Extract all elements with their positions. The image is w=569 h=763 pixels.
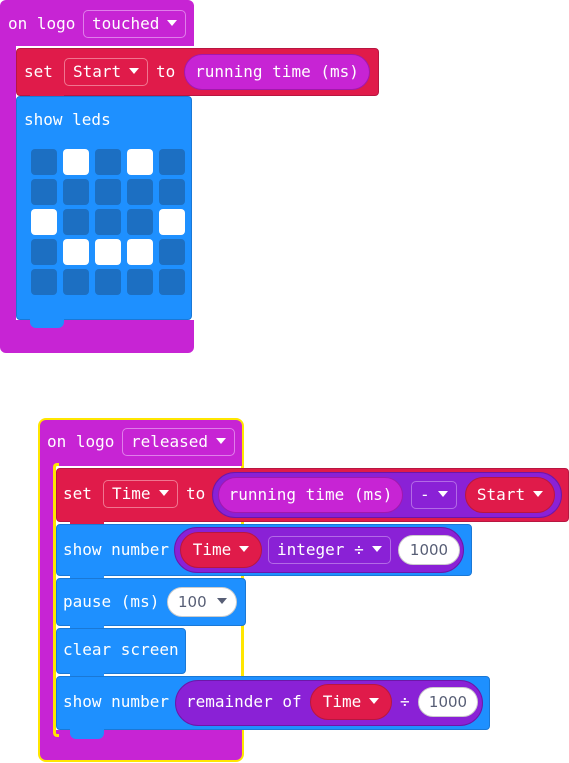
event-block-c-arm xyxy=(0,46,16,322)
time-variable-reporter[interactable]: Time xyxy=(310,684,392,720)
chevron-down-icon xyxy=(533,490,544,497)
pause-label: pause (ms) xyxy=(63,592,160,611)
led-cell[interactable] xyxy=(127,179,153,205)
led-cell[interactable] xyxy=(31,179,57,205)
start-variable-value: Start xyxy=(476,485,526,504)
led-cell[interactable] xyxy=(31,149,57,175)
show-number-label: show number xyxy=(63,540,169,559)
divisor-input[interactable]: 1000 xyxy=(418,687,478,717)
led-cell[interactable] xyxy=(159,239,185,265)
running-time-reporter[interactable]: running time (ms) xyxy=(184,54,370,90)
led-cell[interactable] xyxy=(63,239,89,265)
event-type-dropdown[interactable]: released xyxy=(122,428,236,456)
event-label: on logo xyxy=(8,14,76,33)
chevron-down-icon xyxy=(437,490,448,497)
chevron-down-icon xyxy=(216,597,227,604)
clear-screen-label: clear screen xyxy=(63,640,179,659)
led-cell[interactable] xyxy=(63,269,89,295)
led-cell[interactable] xyxy=(159,209,185,235)
to-label: to xyxy=(186,484,206,503)
operator-dropdown[interactable]: - xyxy=(411,481,457,509)
pause-duration-value: 100 xyxy=(178,593,207,611)
operator-value: - xyxy=(420,485,430,504)
event-type-dropdown[interactable]: touched xyxy=(83,10,187,38)
remainder-label: remainder of xyxy=(186,692,302,711)
pause-duration-dropdown[interactable]: 100 xyxy=(167,587,237,617)
led-cell[interactable] xyxy=(95,209,121,235)
led-cell[interactable] xyxy=(31,209,57,235)
math-operation-dropdown[interactable]: integer ÷ xyxy=(268,536,391,564)
running-time-label: running time (ms) xyxy=(195,62,359,81)
running-time-reporter[interactable]: running time (ms) xyxy=(218,477,403,513)
led-cell[interactable] xyxy=(127,269,153,295)
variable-value: Time xyxy=(112,484,151,503)
led-cell[interactable] xyxy=(95,269,121,295)
event-block-footer xyxy=(0,320,194,353)
led-cell[interactable] xyxy=(127,209,153,235)
show-leds-label: show leds xyxy=(24,110,111,129)
divisor-value: 1000 xyxy=(428,693,468,711)
chevron-down-icon xyxy=(158,489,169,496)
time-variable-reporter[interactable]: Time xyxy=(180,532,262,568)
set-label: set xyxy=(24,62,53,81)
led-cell[interactable] xyxy=(63,179,89,205)
math-operation-value: integer ÷ xyxy=(277,540,364,559)
led-cell[interactable] xyxy=(159,269,185,295)
divisor-value: 1000 xyxy=(409,541,449,559)
led-cell[interactable] xyxy=(95,149,121,175)
to-label: to xyxy=(156,62,176,81)
block-notch xyxy=(70,729,104,739)
chevron-down-icon xyxy=(371,545,382,552)
led-cell[interactable] xyxy=(63,149,89,175)
chevron-down-icon xyxy=(167,19,178,26)
chevron-down-icon xyxy=(216,437,227,444)
divide-symbol: ÷ xyxy=(400,692,410,711)
show-number-label: show number xyxy=(63,692,169,711)
event-type-value: touched xyxy=(92,14,160,33)
set-label: set xyxy=(63,484,92,503)
led-cell[interactable] xyxy=(159,149,185,175)
led-cell[interactable] xyxy=(95,179,121,205)
led-cell[interactable] xyxy=(31,269,57,295)
running-time-label: running time (ms) xyxy=(228,485,393,504)
chevron-down-icon xyxy=(239,545,250,552)
start-variable-reporter[interactable]: Start xyxy=(465,477,555,513)
chevron-down-icon xyxy=(369,697,380,704)
led-cell[interactable] xyxy=(63,209,89,235)
led-cell[interactable] xyxy=(127,149,153,175)
led-cell[interactable] xyxy=(159,179,185,205)
led-cell[interactable] xyxy=(95,239,121,265)
event-label: on logo xyxy=(47,432,115,451)
variable-dropdown[interactable]: Start xyxy=(64,58,149,86)
event-type-value: released xyxy=(131,432,209,451)
led-cell[interactable] xyxy=(127,239,153,265)
time-variable-value: Time xyxy=(322,692,362,711)
led-cell[interactable] xyxy=(31,239,57,265)
variable-dropdown[interactable]: Time xyxy=(103,480,178,508)
chevron-down-icon xyxy=(129,67,140,74)
divisor-input[interactable]: 1000 xyxy=(398,535,460,565)
variable-value: Start xyxy=(73,62,122,81)
time-variable-value: Time xyxy=(192,540,232,559)
block-notch xyxy=(30,318,64,328)
